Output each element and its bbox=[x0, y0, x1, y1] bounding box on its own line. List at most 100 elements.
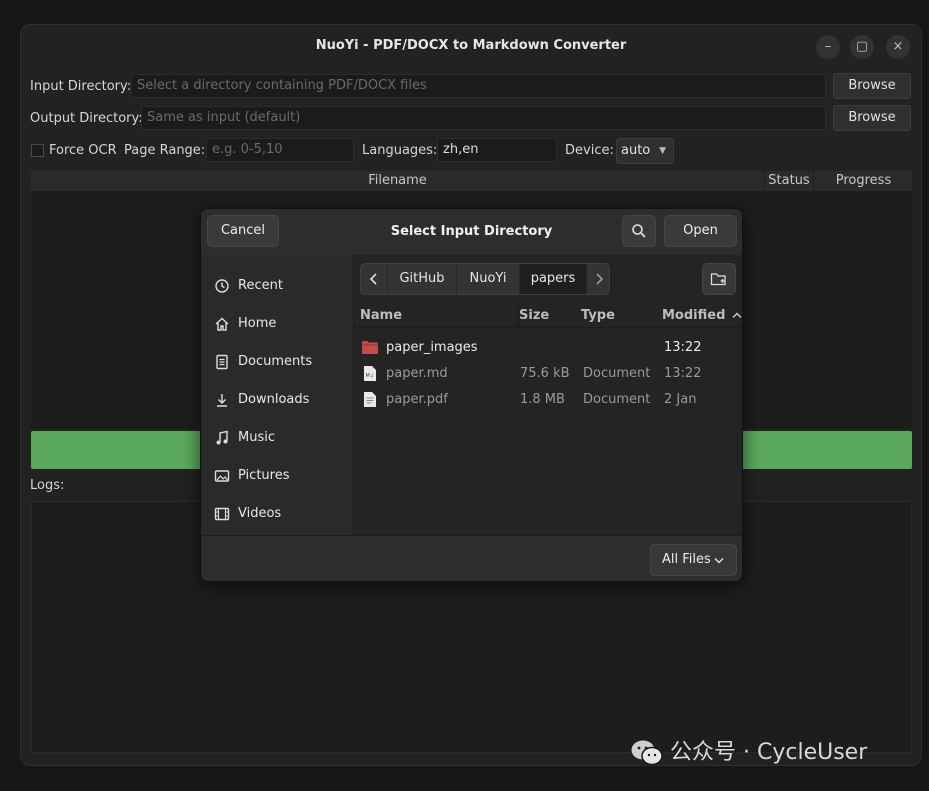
file-modified: 13:22 bbox=[664, 340, 702, 355]
output-directory-placeholder: Same as input (default) bbox=[147, 110, 301, 125]
folder-icon bbox=[362, 341, 378, 354]
force-ocr-checkbox[interactable] bbox=[31, 144, 44, 157]
video-icon bbox=[214, 507, 230, 521]
sidebar-item-documents[interactable]: Documents bbox=[201, 347, 353, 377]
breadcrumb-item-github[interactable]: GitHub bbox=[388, 264, 457, 294]
file-modified: 2 Jan bbox=[664, 392, 697, 407]
chevron-right-icon bbox=[596, 273, 604, 285]
column-progress[interactable]: Progress bbox=[813, 171, 913, 191]
sidebar-label: Pictures bbox=[238, 468, 290, 483]
file-type: Document bbox=[583, 366, 651, 381]
page-range-placeholder: e.g. 0-5,10 bbox=[212, 142, 283, 157]
open-button[interactable]: Open bbox=[664, 215, 737, 247]
browse-output-button[interactable]: Browse bbox=[833, 105, 911, 131]
search-icon bbox=[632, 224, 646, 238]
breadcrumb-item-papers[interactable]: papers bbox=[520, 264, 587, 294]
column-modified[interactable]: Modified bbox=[662, 305, 742, 327]
close-button[interactable]: × bbox=[886, 35, 910, 59]
new-folder-icon bbox=[710, 273, 726, 286]
file-list-header: Name Size Type Modified bbox=[354, 305, 742, 328]
column-size[interactable]: Size bbox=[518, 305, 549, 327]
dialog-footer: All Files bbox=[201, 535, 742, 581]
wechat-icon bbox=[631, 740, 663, 766]
window-title: NuoYi - PDF/DOCX to Markdown Converter bbox=[315, 38, 627, 53]
force-ocr-label: Force OCR bbox=[49, 143, 117, 158]
breadcrumb: GitHub NuoYi papers bbox=[360, 263, 610, 295]
languages-label: Languages: bbox=[362, 143, 438, 158]
cancel-button[interactable]: Cancel bbox=[207, 215, 279, 247]
chevron-down-icon bbox=[714, 557, 724, 564]
clock-icon bbox=[215, 279, 229, 293]
output-directory-field[interactable]: Same as input (default) bbox=[141, 106, 826, 130]
file-row[interactable]: M↓ paper.md 75.6 kB Document 13:22 bbox=[354, 361, 742, 387]
pdf-file-icon bbox=[364, 392, 376, 407]
sidebar-label: Music bbox=[238, 430, 275, 445]
title-bar: NuoYi - PDF/DOCX to Markdown Converter –… bbox=[21, 25, 921, 67]
column-modified-label: Modified bbox=[662, 308, 726, 323]
chevron-down-icon: ▼ bbox=[659, 146, 666, 156]
file-row[interactable]: paper.pdf 1.8 MB Document 2 Jan bbox=[354, 387, 742, 413]
select-directory-dialog: Cancel Select Input Directory Open Recen… bbox=[200, 208, 743, 582]
sidebar-item-home[interactable]: Home bbox=[201, 309, 353, 339]
markdown-file-icon: M↓ bbox=[364, 366, 376, 381]
input-directory-placeholder: Select a directory containing PDF/DOCX f… bbox=[137, 78, 427, 93]
sidebar-item-videos[interactable]: Videos bbox=[201, 499, 353, 529]
sidebar-label: Videos bbox=[238, 506, 282, 521]
languages-input[interactable]: zh,en bbox=[437, 138, 557, 162]
browse-input-button[interactable]: Browse bbox=[833, 73, 911, 99]
file-filter-value: All Files bbox=[662, 552, 711, 567]
sort-ascending-icon bbox=[732, 312, 742, 318]
breadcrumb-item-nuoyi[interactable]: NuoYi bbox=[457, 264, 520, 294]
maximize-button[interactable]: ▢ bbox=[850, 35, 874, 59]
file-name: paper.pdf bbox=[386, 392, 448, 407]
file-table-header: Filename Status Progress bbox=[31, 171, 912, 192]
picture-icon bbox=[214, 470, 230, 482]
chevron-left-icon bbox=[369, 273, 377, 285]
sidebar-label: Home bbox=[238, 316, 277, 331]
download-icon bbox=[217, 394, 227, 407]
page-range-label: Page Range: bbox=[124, 143, 206, 158]
dialog-title: Select Input Directory bbox=[390, 224, 553, 239]
new-folder-button[interactable] bbox=[702, 263, 736, 295]
search-button[interactable] bbox=[622, 215, 656, 247]
minimize-button[interactable]: – bbox=[816, 35, 840, 59]
device-select[interactable]: auto ▼ bbox=[616, 138, 674, 164]
watermark-text: 公众号 · CycleUser bbox=[670, 740, 868, 765]
output-directory-label: Output Directory: bbox=[30, 111, 143, 126]
input-directory-label: Input Directory: bbox=[30, 79, 132, 94]
forward-button[interactable] bbox=[587, 264, 609, 294]
music-icon bbox=[216, 430, 228, 445]
file-modified: 13:22 bbox=[664, 366, 702, 381]
sidebar-item-pictures[interactable]: Pictures bbox=[201, 461, 353, 491]
file-filter-dropdown[interactable]: All Files bbox=[650, 544, 737, 576]
home-icon bbox=[215, 317, 229, 331]
sidebar-label: Downloads bbox=[238, 392, 310, 407]
file-browser: GitHub NuoYi papers Name Size Type Modif… bbox=[354, 255, 742, 535]
device-value: auto bbox=[621, 143, 651, 158]
languages-value: zh,en bbox=[443, 142, 479, 157]
file-size: 75.6 kB bbox=[520, 366, 570, 381]
column-size-label: Size bbox=[519, 308, 550, 323]
column-name[interactable]: Name bbox=[360, 305, 402, 327]
file-type: Document bbox=[583, 392, 651, 407]
sidebar-item-music[interactable]: Music bbox=[201, 423, 353, 453]
watermark: 公众号 · CycleUser bbox=[630, 736, 867, 770]
dialog-header: Cancel Select Input Directory Open bbox=[201, 209, 742, 256]
column-filename[interactable]: Filename bbox=[31, 171, 764, 191]
file-row[interactable]: paper_images 13:22 bbox=[354, 335, 742, 361]
back-button[interactable] bbox=[361, 264, 388, 294]
sidebar-label: Documents bbox=[238, 354, 313, 369]
sidebar-item-downloads[interactable]: Downloads bbox=[201, 385, 353, 415]
logs-label: Logs: bbox=[30, 478, 65, 493]
device-label: Device: bbox=[565, 143, 614, 158]
file-name: paper.md bbox=[386, 366, 448, 381]
page-range-input[interactable]: e.g. 0-5,10 bbox=[206, 138, 354, 162]
document-icon bbox=[216, 354, 228, 370]
input-directory-field[interactable]: Select a directory containing PDF/DOCX f… bbox=[131, 74, 826, 98]
svg-text:M↓: M↓ bbox=[366, 373, 375, 379]
column-type[interactable]: Type bbox=[581, 305, 615, 327]
file-size: 1.8 MB bbox=[520, 392, 565, 407]
column-status[interactable]: Status bbox=[764, 171, 813, 191]
sidebar-item-recent[interactable]: Recent bbox=[201, 271, 353, 301]
places-sidebar: Recent Home Documents Downloads Music Pi… bbox=[201, 255, 354, 535]
